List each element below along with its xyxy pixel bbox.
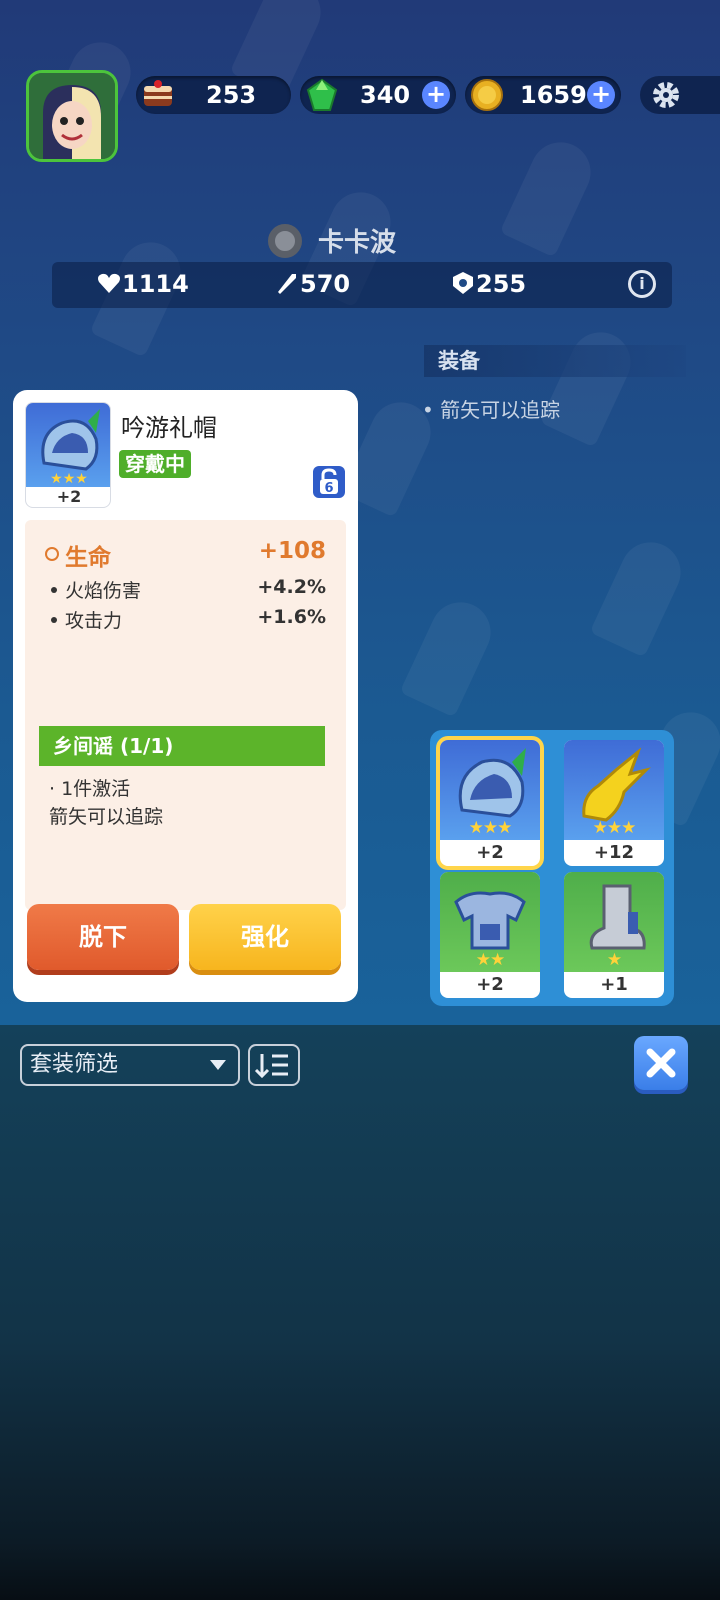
info-icon[interactable]: i	[628, 270, 656, 298]
main-attr-value: +108	[258, 538, 326, 564]
gem-counter: 340 +	[300, 76, 456, 114]
item-art: ★★★	[26, 403, 110, 487]
coin-counter: 1659 +	[465, 76, 621, 114]
slot-stars: ★	[606, 950, 622, 970]
equip-slot-glove[interactable]: ★★★ +12	[564, 740, 664, 866]
settings-button[interactable]	[640, 76, 720, 114]
slot-art: ★★★	[564, 740, 664, 840]
defense-value: 255	[476, 270, 527, 298]
coin-icon	[471, 79, 503, 111]
slot-level: +12	[593, 842, 635, 863]
equip-slot-boot[interactable]: ★ +1	[564, 872, 664, 998]
gear-icon	[653, 82, 679, 108]
gem-icon	[306, 78, 338, 111]
shield-icon	[453, 272, 473, 294]
slot-art: ★★	[440, 872, 540, 972]
upgrade-button[interactable]: 强化	[189, 904, 341, 970]
item-thumbnail: ★★★ +2	[25, 402, 111, 508]
sub-attr-dot-icon	[51, 617, 57, 623]
close-icon	[646, 1048, 676, 1078]
defense-stat: 255	[450, 270, 526, 298]
equipped-badge: 穿戴中	[119, 450, 191, 478]
cake-count: 253	[206, 81, 257, 109]
slot-level: +1	[600, 974, 628, 995]
hat-icon: ★★★	[41, 409, 100, 487]
main-attr-dot-icon	[45, 547, 59, 561]
equip-slot-hat[interactable]: ★★★ +2	[440, 740, 540, 866]
item-attributes-panel: 生命 +108 火焰伤害 +4.2% 攻击力 +1.6%	[25, 520, 346, 910]
set-filter-label: 套装筛选	[30, 1052, 119, 1077]
gem-count: 340	[360, 81, 411, 109]
element-ring-icon	[268, 224, 302, 258]
svg-text:★★★: ★★★	[50, 471, 88, 487]
lock-badge[interactable]: 6	[313, 466, 345, 498]
sub-attr-value: +4.2%	[257, 576, 326, 598]
hp-value: 1114	[122, 270, 189, 298]
sub-attr-label: 火焰伤害	[65, 580, 142, 602]
coin-count: 1659	[520, 81, 587, 109]
player-avatar[interactable]	[26, 70, 118, 162]
set-filter-dropdown[interactable]: 套装筛选	[20, 1044, 240, 1086]
slot-level: +2	[476, 842, 504, 863]
attack-stat: 570	[274, 270, 350, 298]
set-bonus-requirement: · 1件激活	[49, 778, 131, 800]
sort-button[interactable]	[248, 1044, 300, 1086]
attack-value: 570	[300, 270, 351, 298]
equipment-section-title: 装备	[424, 345, 686, 377]
add-gems-button[interactable]: +	[422, 81, 450, 109]
add-coins-button[interactable]: +	[587, 81, 615, 109]
slot-art: ★	[564, 872, 664, 972]
cake-counter: 253	[136, 76, 291, 114]
equip-slot-armor[interactable]: ★★ +2	[440, 872, 540, 998]
item-detail-card: ★★★ +2 吟游礼帽 穿戴中 6 生命 +108 火焰伤害 +4.2% 攻击力…	[13, 390, 358, 1002]
inventory-background	[0, 1025, 720, 1600]
item-name: 吟游礼帽	[121, 414, 217, 442]
item-level: +2	[56, 487, 82, 506]
character-stats-bar: 1114 570 255	[52, 262, 672, 308]
slot-level: +2	[476, 974, 504, 995]
slot-art: ★★★	[440, 740, 540, 840]
set-bonus-banner: 乡间谣 (1/1)	[39, 726, 325, 766]
cake-icon	[144, 80, 172, 106]
main-attr-label: 生命	[65, 545, 111, 571]
slot-stars: ★★★	[468, 818, 513, 838]
slot-stars: ★★★	[592, 818, 637, 838]
sort-list-icon	[254, 1054, 288, 1079]
equipment-slots-grid: ★★★ +2 ★★★ +12 ★★ +2 ★ +1	[430, 730, 674, 1006]
equipment-set-effect-note: • 箭矢可以追踪	[422, 398, 561, 422]
chevron-down-icon	[210, 1060, 226, 1070]
heart-icon	[98, 273, 120, 293]
hp-stat: 1114	[96, 270, 189, 298]
set-bonus-effect: 箭矢可以追踪	[49, 806, 164, 828]
avatar-portrait-icon	[29, 73, 115, 159]
sword-icon	[278, 274, 296, 294]
sub-attr-label: 攻击力	[65, 610, 123, 632]
lock-icon: 6	[320, 468, 338, 496]
sub-attr-value: +1.6%	[257, 606, 326, 628]
slot-stars: ★★	[475, 950, 505, 970]
close-button[interactable]	[634, 1036, 688, 1090]
unequip-button[interactable]: 脱下	[27, 904, 179, 970]
lock-number: 6	[324, 481, 333, 496]
sub-attr-dot-icon	[51, 587, 57, 593]
character-name: 卡卡波	[318, 228, 397, 258]
